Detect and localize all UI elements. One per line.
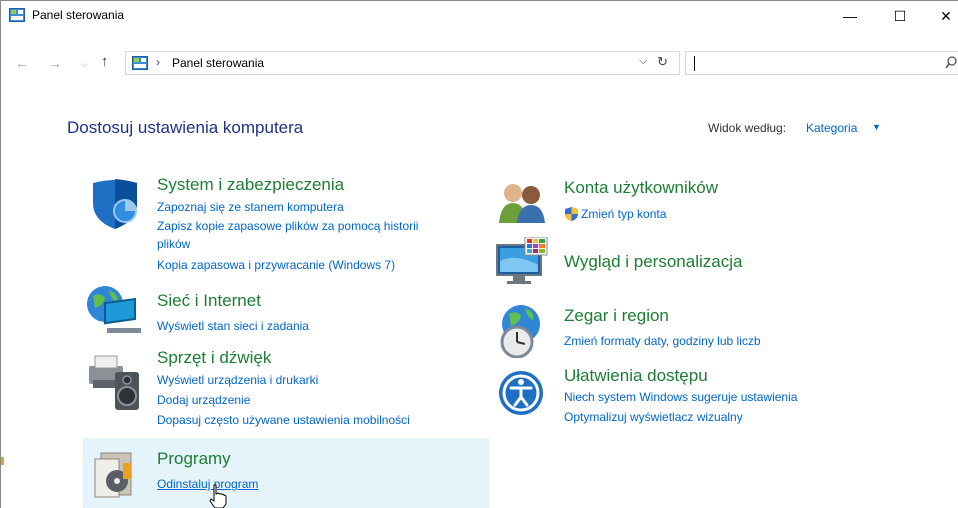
category-clock-title[interactable]: Zegar i region (564, 306, 669, 326)
view-by-label: Widok według: (708, 121, 787, 135)
link-devices-printers[interactable]: Wyświetl urządzenia i drukarki (157, 373, 318, 387)
up-arrow-icon[interactable]: ↑ (101, 53, 109, 70)
search-icon[interactable] (945, 56, 957, 70)
breadcrumb[interactable]: Panel sterowania (172, 56, 264, 70)
category-users-title[interactable]: Konta użytkowników (564, 178, 718, 198)
forward-arrow-icon[interactable]: → (48, 55, 62, 71)
clock-globe-icon (500, 305, 540, 358)
link-backup-restore[interactable]: Kopia zapasowa i przywracanie (Windows 7… (157, 258, 395, 272)
link-add-device[interactable]: Dodaj urządzenie (157, 393, 250, 407)
link-mobility-settings[interactable]: Dopasuj często używane ustawienia mobiln… (157, 413, 410, 427)
navigation-bar: ← → ⌵ ↑ › Panel sterowania ⌵ ↻ (1, 51, 958, 77)
link-change-formats[interactable]: Zmień formaty daty, godziny lub liczb (564, 334, 761, 348)
title-bar: Panel sterowania — ☐ ✕ (1, 1, 958, 31)
appearance-monitor-icon (496, 237, 548, 284)
address-bar[interactable]: › Panel sterowania ⌵ ↻ (125, 51, 680, 75)
category-network-title[interactable]: Sieć i Internet (157, 291, 261, 311)
search-input[interactable] (685, 51, 958, 75)
dropdown-arrow-icon[interactable]: ▼ (872, 122, 881, 132)
link-file-history[interactable]: Zapisz kopie zapasowe plików za pomocą h… (157, 219, 418, 233)
link-file-history-cont[interactable]: plików (157, 237, 190, 251)
maximize-button[interactable]: ☐ (877, 1, 923, 31)
network-globe-icon (87, 286, 141, 333)
breadcrumb-chevron-icon: › (156, 55, 160, 69)
user-accounts-icon (499, 184, 545, 223)
recent-chevron-down-icon[interactable]: ⌵ (81, 59, 88, 70)
category-system-title[interactable]: System i zabezpieczenia (157, 175, 344, 195)
link-change-account-type[interactable]: Zmień typ konta (581, 207, 666, 221)
link-windows-suggest[interactable]: Niech system Windows sugeruje ustawienia (564, 390, 797, 404)
link-network-status[interactable]: Wyświetl stan sieci i zadania (157, 319, 309, 333)
address-dropdown-icon[interactable]: ⌵ (639, 55, 647, 68)
category-hardware-title[interactable]: Sprzęt i dźwięk (157, 348, 271, 368)
link-check-status[interactable]: Zapoznaj się ze stanem komputera (157, 200, 344, 214)
view-by-dropdown[interactable]: Kategoria (806, 121, 857, 135)
programs-disc-box-icon (94, 452, 132, 498)
minimize-button[interactable]: — (827, 1, 873, 31)
control-panel-window: Panel sterowania — ☐ ✕ ← → ⌵ ↑ › Panel s… (0, 0, 958, 508)
link-optimize-display[interactable]: Optymalizuj wyświetlacz wizualny (564, 410, 743, 424)
page-title: Dostosuj ustawienia komputera (67, 118, 304, 137)
security-shield-icon (93, 179, 137, 229)
programs-hover-highlight (83, 438, 489, 508)
category-access-title[interactable]: Ułatwienia dostępu (564, 366, 708, 386)
uac-shield-icon (565, 207, 578, 221)
refresh-icon[interactable]: ↻ (657, 54, 668, 70)
close-button[interactable]: ✕ (923, 1, 958, 31)
category-programs-title[interactable]: Programy (157, 449, 231, 469)
category-appearance-title[interactable]: Wygląd i personalizacja (564, 252, 742, 272)
text-caret (694, 56, 695, 71)
control-panel-icon (9, 8, 25, 22)
window-title: Panel sterowania (32, 8, 125, 22)
back-arrow-icon[interactable]: ← (15, 55, 29, 71)
printer-speaker-icon (89, 355, 139, 410)
hand-pointer-cursor-icon (209, 484, 227, 508)
edge-marker (1, 457, 4, 465)
accessibility-icon (499, 371, 543, 415)
control-panel-icon (132, 56, 148, 70)
